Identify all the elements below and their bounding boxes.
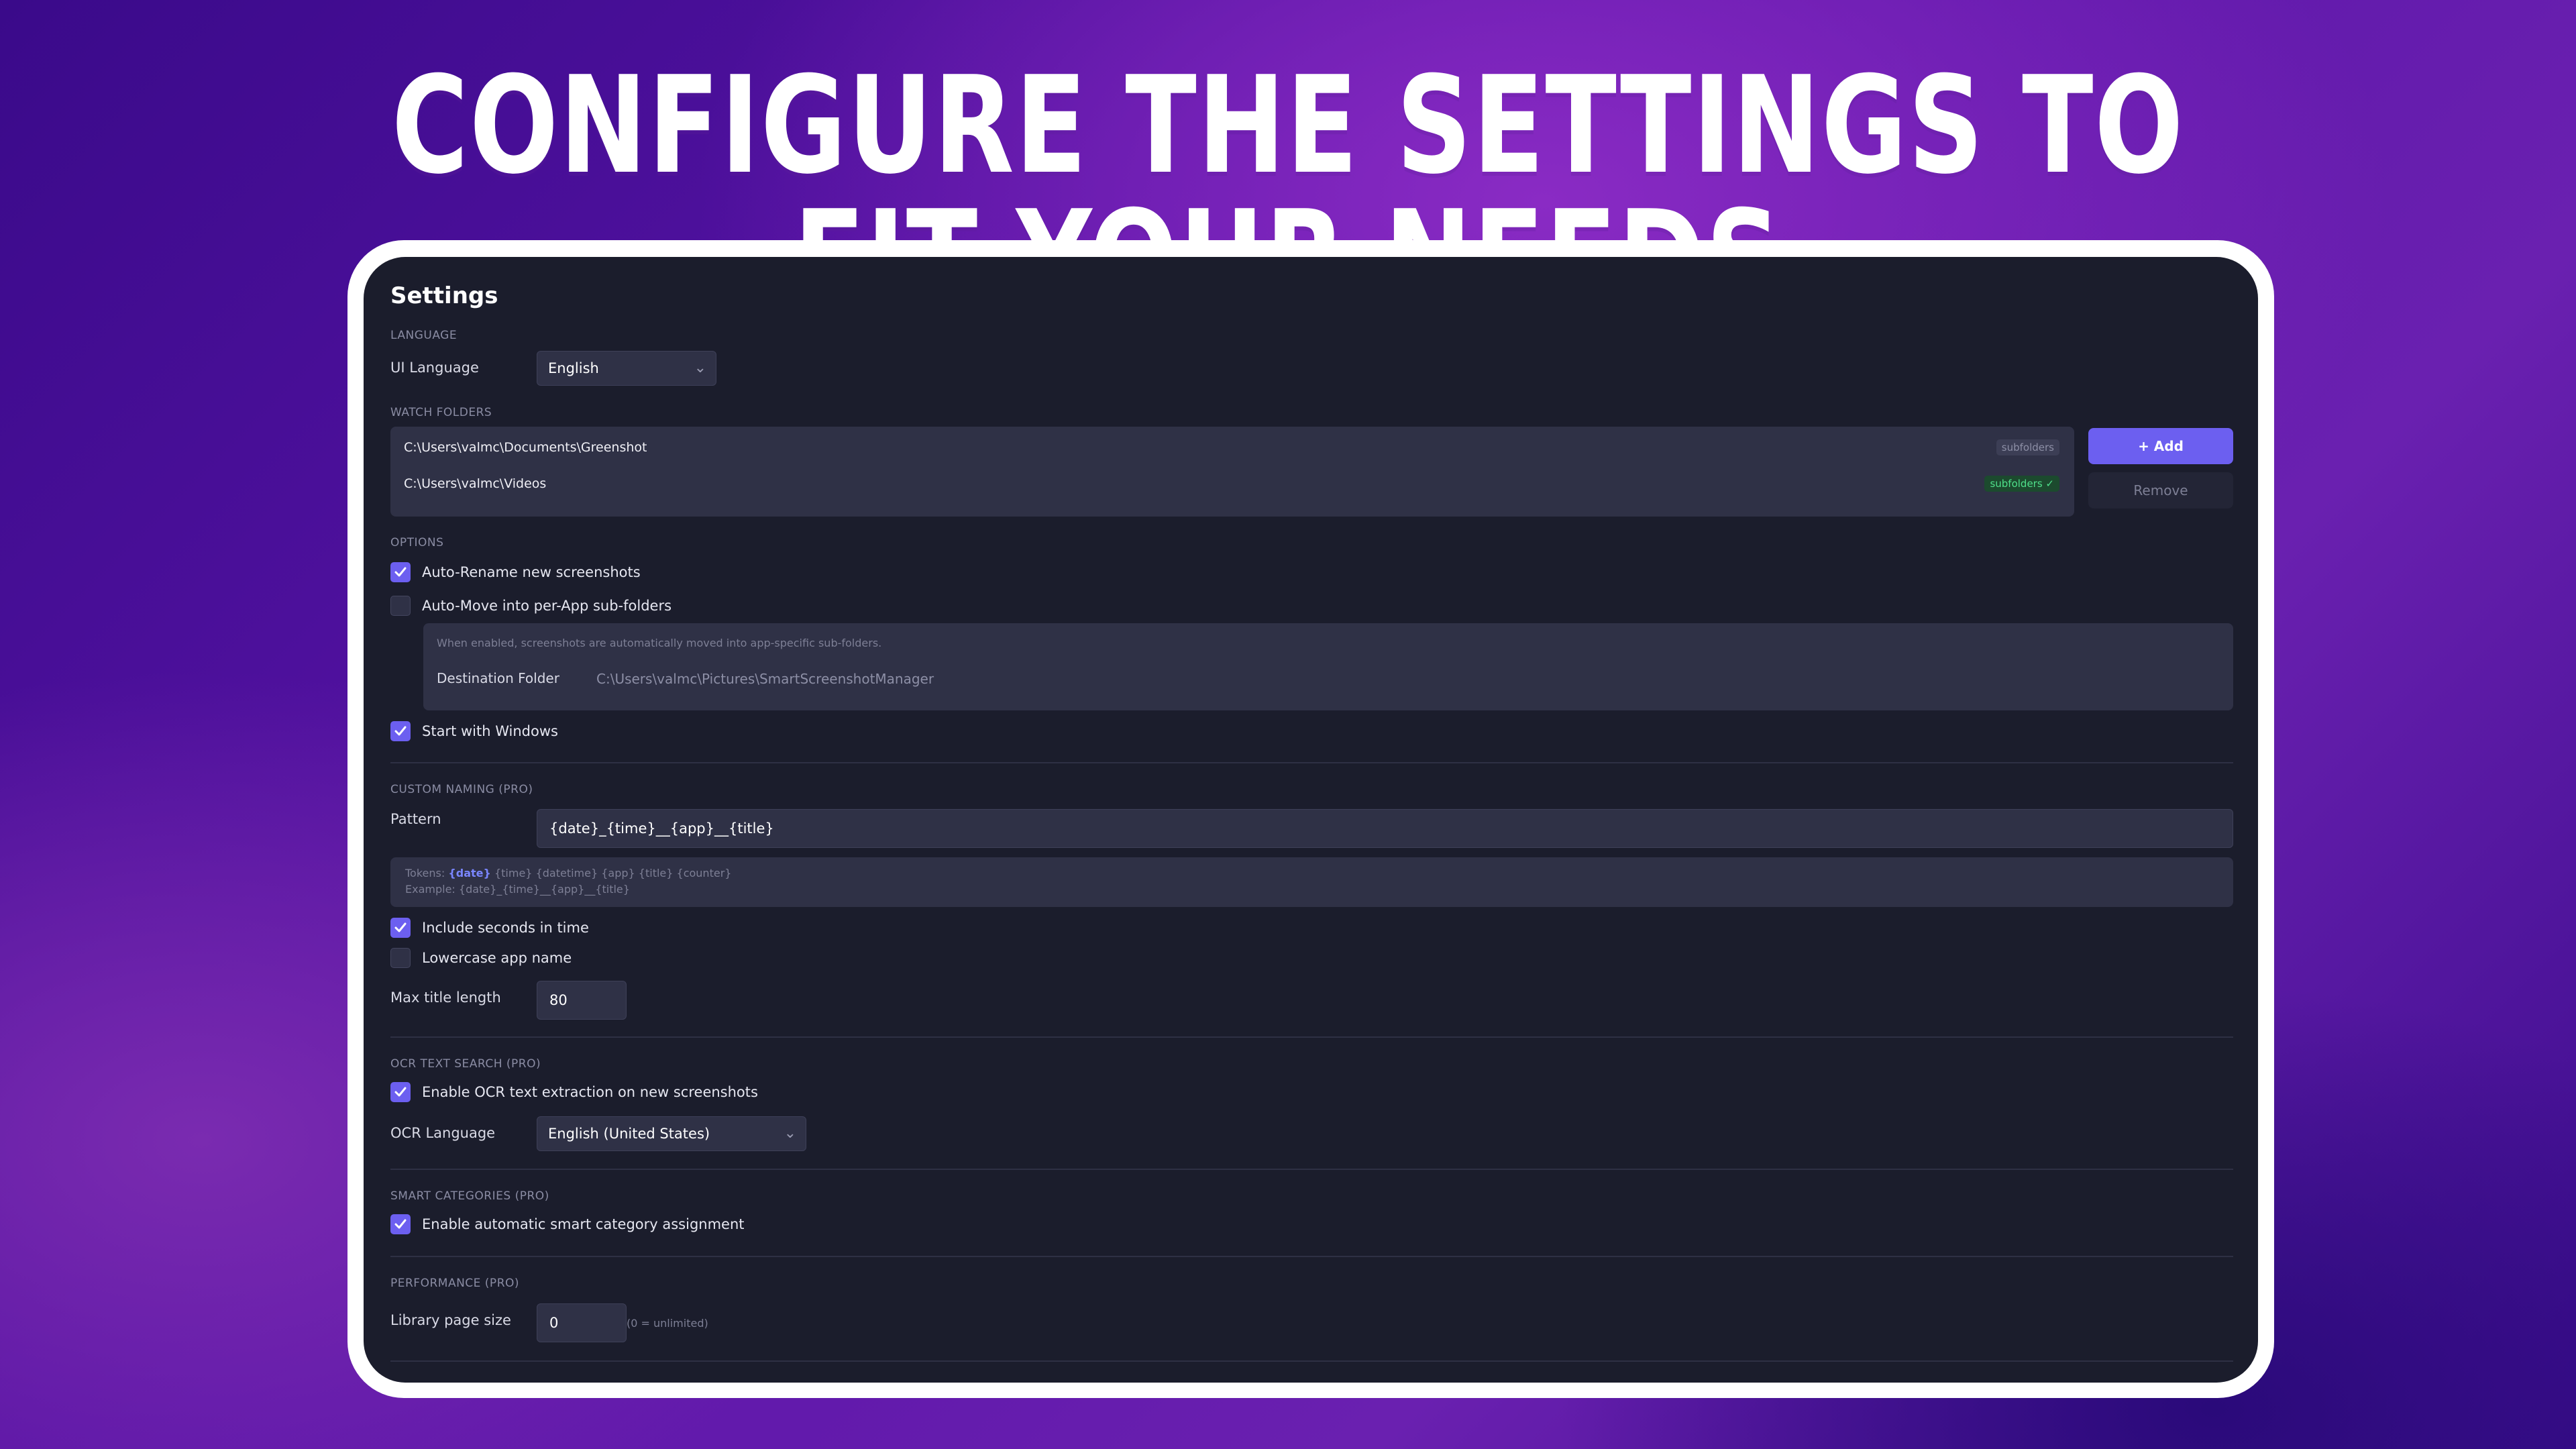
page-size-value: 0 bbox=[549, 1315, 559, 1331]
auto-move-checkbox[interactable] bbox=[390, 596, 411, 616]
section-performance: PERFORMANCE (PRO) bbox=[390, 1277, 520, 1290]
chevron-down-icon: ⌄ bbox=[784, 1125, 796, 1142]
include-seconds-label: Include seconds in time bbox=[422, 920, 589, 936]
page-title: Settings bbox=[390, 282, 498, 309]
divider bbox=[390, 1036, 2233, 1038]
tokens-example: Example: {date}_{time}__{app}__{title} bbox=[405, 883, 630, 896]
check-icon bbox=[394, 567, 407, 577]
ocr-language-value: English (United States) bbox=[548, 1126, 710, 1142]
auto-move-details: When enabled, screenshots are automatica… bbox=[423, 623, 2233, 710]
tokens-help: Tokens: {date} {time} {datetime} {app} {… bbox=[390, 857, 2233, 907]
auto-rename-checkbox[interactable] bbox=[390, 562, 411, 582]
divider bbox=[390, 762, 2233, 763]
include-seconds-checkbox[interactable] bbox=[390, 918, 411, 938]
watch-folders-list: C:\Users\valmc\Documents\Greenshot subfo… bbox=[390, 427, 2074, 517]
enable-ocr-label: Enable OCR text extraction on new screen… bbox=[422, 1084, 758, 1100]
auto-rename-label: Auto-Rename new screenshots bbox=[422, 564, 641, 580]
start-windows-label: Start with Windows bbox=[422, 723, 558, 739]
chevron-down-icon: ⌄ bbox=[694, 360, 706, 376]
max-title-label: Max title length bbox=[390, 989, 501, 1006]
section-options: OPTIONS bbox=[390, 536, 444, 549]
pattern-label: Pattern bbox=[390, 811, 441, 827]
max-title-value: 80 bbox=[549, 992, 568, 1008]
folder-path[interactable]: C:\Users\valmc\Videos bbox=[404, 476, 546, 491]
tokens-prefix: Tokens: bbox=[405, 867, 445, 879]
auto-move-hint: When enabled, screenshots are automatica… bbox=[437, 637, 882, 649]
section-smart-categories: SMART CATEGORIES (PRO) bbox=[390, 1189, 549, 1203]
destination-folder-label: Destination Folder bbox=[437, 670, 559, 686]
page-size-input[interactable]: 0 bbox=[537, 1303, 627, 1342]
auto-move-label: Auto-Move into per-App sub-folders bbox=[422, 598, 672, 614]
smart-categories-checkbox[interactable] bbox=[390, 1214, 411, 1234]
tokens-rest: {time} {datetime} {app} {title} {counter… bbox=[494, 867, 732, 879]
ui-language-value: English bbox=[548, 360, 599, 376]
divider bbox=[390, 1169, 2233, 1170]
token-date[interactable]: {date} bbox=[448, 867, 491, 879]
subfolders-badge[interactable]: subfolders ✓ bbox=[1984, 476, 2059, 492]
smart-categories-label: Enable automatic smart category assignme… bbox=[422, 1216, 745, 1232]
ui-language-label: UI Language bbox=[390, 360, 479, 376]
enable-ocr-checkbox[interactable] bbox=[390, 1082, 411, 1102]
headline: CONFIGURE THE SETTINGS TO FIT YOUR NEEDS bbox=[391, 48, 2185, 327]
section-ocr: OCR TEXT SEARCH (PRO) bbox=[390, 1057, 541, 1071]
lowercase-app-checkbox[interactable] bbox=[390, 948, 411, 968]
page-size-hint: (0 = unlimited) bbox=[627, 1317, 708, 1330]
divider bbox=[390, 1360, 2233, 1362]
section-language: LANGUAGE bbox=[390, 329, 458, 342]
section-watch-folders: WATCH FOLDERS bbox=[390, 406, 492, 419]
start-windows-checkbox[interactable] bbox=[390, 721, 411, 741]
add-folder-button[interactable]: + Add bbox=[2088, 428, 2233, 464]
ocr-language-label: OCR Language bbox=[390, 1125, 496, 1141]
check-icon bbox=[394, 1219, 407, 1229]
pattern-input[interactable]: {date}_{time}__{app}__{title} bbox=[537, 809, 2233, 848]
destination-folder-value[interactable]: C:\Users\valmc\Pictures\SmartScreenshotM… bbox=[596, 671, 934, 687]
tokens-line: Tokens: {date} {time} {datetime} {app} {… bbox=[405, 867, 731, 879]
folder-path[interactable]: C:\Users\valmc\Documents\Greenshot bbox=[404, 440, 647, 455]
check-icon bbox=[394, 1087, 407, 1097]
max-title-input[interactable]: 80 bbox=[537, 981, 627, 1020]
page-size-label: Library page size bbox=[390, 1312, 511, 1328]
remove-folder-button[interactable]: Remove bbox=[2088, 472, 2233, 508]
subfolders-badge[interactable]: subfolders bbox=[1996, 439, 2059, 455]
section-custom-naming: CUSTOM NAMING (PRO) bbox=[390, 783, 533, 796]
divider bbox=[390, 1256, 2233, 1257]
ui-language-select[interactable]: English ⌄ bbox=[537, 351, 716, 386]
check-icon bbox=[394, 922, 407, 932]
ocr-language-select[interactable]: English (United States) ⌄ bbox=[537, 1116, 806, 1151]
settings-panel: Settings LANGUAGE UI Language English ⌄ … bbox=[364, 257, 2258, 1383]
check-icon bbox=[394, 726, 407, 736]
pattern-value: {date}_{time}__{app}__{title} bbox=[549, 820, 774, 837]
lowercase-app-label: Lowercase app name bbox=[422, 950, 572, 966]
